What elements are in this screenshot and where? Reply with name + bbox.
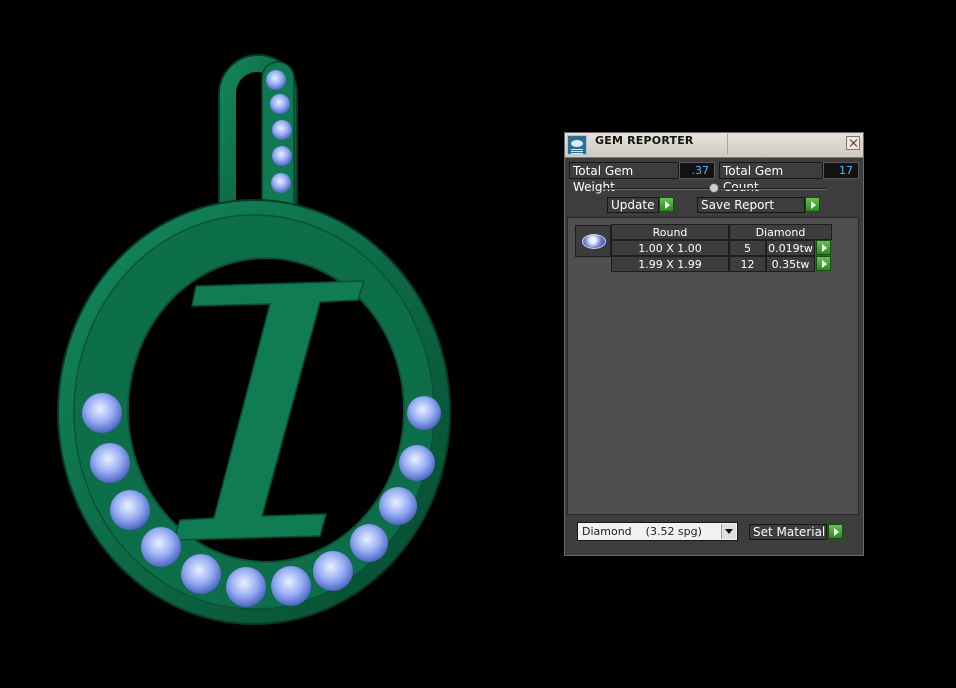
total-gem-weight-value: .37 xyxy=(679,162,715,179)
table-row-weight: 0.35tw xyxy=(766,256,815,272)
update-button[interactable] xyxy=(659,197,674,212)
shape-header: Round xyxy=(611,224,729,240)
gem-reporter-app-icon xyxy=(567,135,587,155)
row-select-button[interactable] xyxy=(816,256,831,271)
panel-title: GEM REPORTER xyxy=(595,134,694,147)
round-stone-icon xyxy=(575,225,611,257)
table-row-size: 1.99 X 1.99 xyxy=(611,256,729,272)
table-row-size: 1.00 X 1.00 xyxy=(611,240,729,256)
set-material-button[interactable] xyxy=(828,524,843,539)
gem-report-list[interactable]: Round Diamond 1.00 X 1.00 5 0.019tw 1.99… xyxy=(567,217,859,515)
title-bar[interactable]: GEM REPORTER xyxy=(565,133,863,158)
table-row-weight: 0.019tw xyxy=(766,240,815,256)
splitter-handle[interactable] xyxy=(709,183,719,193)
material-select[interactable]: Diamond (3.52 spg) xyxy=(577,522,738,541)
chevron-down-icon[interactable] xyxy=(721,524,736,539)
close-icon[interactable] xyxy=(846,136,860,150)
material-select-value: Diamond (3.52 spg) xyxy=(582,525,702,538)
save-report-button[interactable] xyxy=(805,197,820,212)
total-gem-count-value: 17 xyxy=(823,162,859,179)
update-label: Update xyxy=(607,197,659,213)
total-gem-count-label: Total Gem Count xyxy=(719,162,823,194)
set-material-label: Set Material xyxy=(749,524,827,540)
table-row-count: 12 xyxy=(729,256,766,272)
row-select-button[interactable] xyxy=(816,240,831,255)
gem-reporter-panel: GEM REPORTER Total Gem Weight .37 Total … xyxy=(564,132,864,556)
title-separator xyxy=(727,134,728,154)
table-row-count: 5 xyxy=(729,240,766,256)
material-header: Diamond xyxy=(729,224,832,240)
total-gem-weight-label: Total Gem Weight xyxy=(569,162,679,194)
save-report-label: Save Report xyxy=(697,197,805,213)
